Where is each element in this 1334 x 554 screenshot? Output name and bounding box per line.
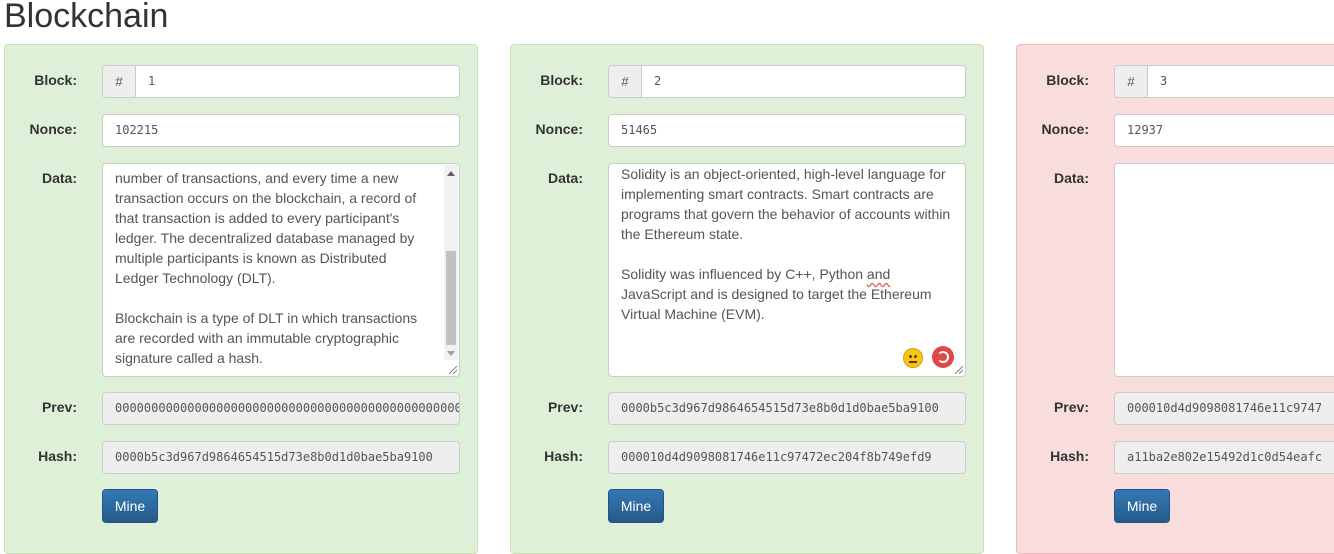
data-label: Data: (41, 170, 77, 186)
block-card-2: Block: # 2 Nonce: 51465 Data: Solidity i… (510, 44, 984, 554)
nonce-label: Nonce: (535, 121, 583, 137)
block-card-3: Block: # 3 Nonce: 12937 Data: Prev: 0000… (1016, 44, 1334, 554)
data-text-part1: Solidity is an object-oriented, high-lev… (621, 166, 951, 282)
prev-hash-field: 0000000000000000000000000000000000000000… (102, 392, 460, 425)
neutral-face-icon[interactable] (903, 348, 923, 368)
prev-label: Prev: (547, 399, 583, 415)
block-label: Block: (1046, 72, 1089, 88)
data-textarea[interactable]: Solidity is an object-oriented, high-lev… (608, 163, 966, 377)
data-textarea[interactable] (1114, 163, 1334, 377)
prev-label: Prev: (41, 399, 77, 415)
hash-field: 000010d4d9098081746e11c97472ec204f8b749e… (608, 441, 966, 474)
block-label: Block: (540, 72, 583, 88)
scroll-thumb[interactable] (446, 251, 456, 345)
scroll-down-icon[interactable] (447, 351, 455, 356)
data-scrollbar[interactable] (444, 165, 458, 360)
nonce-label: Nonce: (1041, 121, 1089, 137)
data-text: Solidity is an object-oriented, high-lev… (621, 164, 953, 324)
nonce-label: Nonce: (29, 121, 77, 137)
spellcheck-word: and (866, 266, 891, 282)
block-number-input[interactable]: 3 (1147, 65, 1334, 98)
resize-grip-icon[interactable] (449, 366, 457, 374)
refresh-icon[interactable] (932, 346, 954, 368)
data-label: Data: (1053, 170, 1089, 186)
prev-hash-field: 000010d4d9098081746e11c9747 (1114, 392, 1334, 425)
hash-label: Hash: (1050, 448, 1089, 464)
hash-field: 0000b5c3d967d9864654515d73e8b0d1d0bae5ba… (102, 441, 460, 474)
prev-hash-field: 0000b5c3d967d9864654515d73e8b0d1d0bae5ba… (608, 392, 966, 425)
scroll-up-icon[interactable] (447, 171, 455, 176)
data-textarea[interactable]: the blockchain. Each block in the chain … (102, 163, 460, 377)
block-label: Block: (34, 72, 77, 88)
page-title: Blockchain (4, 0, 169, 35)
resize-grip-icon[interactable] (955, 366, 963, 374)
hash-field: a11ba2e802e15492d1c0d54eafc (1114, 441, 1334, 474)
nonce-input[interactable]: 12937 (1114, 114, 1334, 147)
block-number-input[interactable]: 1 (135, 65, 460, 98)
block-card-1: Block: # 1 Nonce: 102215 Data: the block… (4, 44, 478, 554)
block-number-prefix: # (1114, 65, 1148, 98)
hash-label: Hash: (38, 448, 77, 464)
prev-label: Prev: (1053, 399, 1089, 415)
nonce-input[interactable]: 102215 (102, 114, 460, 147)
data-label: Data: (547, 170, 583, 186)
block-number-input[interactable]: 2 (641, 65, 966, 98)
mine-button[interactable]: Mine (102, 489, 158, 523)
data-text: the blockchain. Each block in the chain … (115, 164, 424, 366)
mine-button[interactable]: Mine (608, 489, 664, 523)
block-number-prefix: # (608, 65, 642, 98)
hash-label: Hash: (544, 448, 583, 464)
nonce-input[interactable]: 51465 (608, 114, 966, 147)
mine-button[interactable]: Mine (1114, 489, 1170, 523)
block-number-prefix: # (102, 65, 136, 98)
data-text-part2: JavaScript and is designed to target the… (621, 286, 932, 322)
